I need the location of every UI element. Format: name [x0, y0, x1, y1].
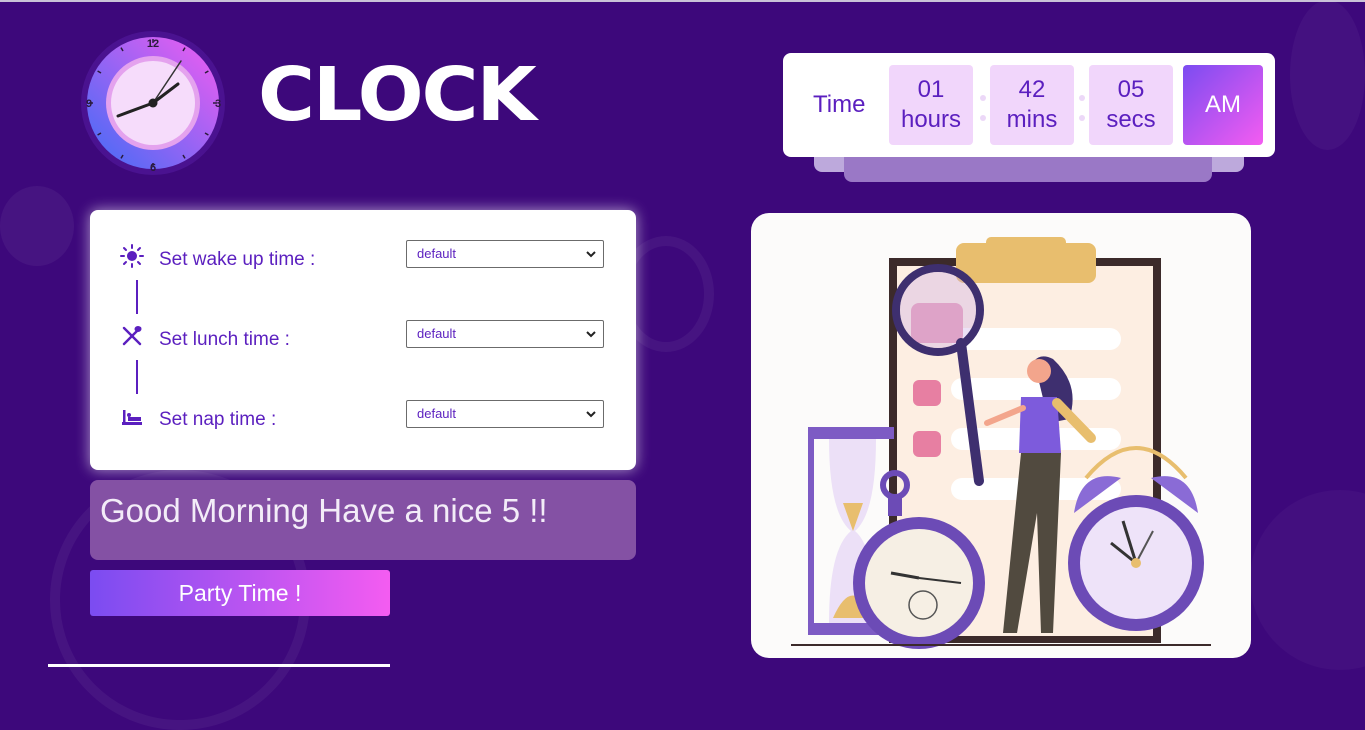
chevron-down-icon — [586, 411, 596, 418]
mins-box: 42 mins — [990, 65, 1074, 145]
brand-title: CLOCK — [258, 52, 537, 138]
mins-unit: mins — [1006, 106, 1058, 133]
mins-value: 42 — [1018, 76, 1046, 103]
time-label: Time — [813, 91, 866, 118]
bg-bubble — [1250, 490, 1365, 670]
timeline-connector — [136, 280, 138, 314]
lunch-select[interactable]: default — [406, 320, 604, 348]
secs-unit: secs — [1106, 106, 1156, 133]
bed-icon — [122, 410, 142, 425]
timeline-connector — [136, 360, 138, 394]
secs-value: 05 — [1117, 76, 1145, 103]
separator-dot — [1079, 95, 1085, 101]
wake-up-label: Set wake up time : — [159, 249, 316, 270]
greeting-banner: Good Morning Have a nice 5 !! — [90, 480, 636, 560]
numeral-12: 12 — [147, 38, 159, 50]
clock-illustration-image — [791, 237, 1211, 649]
nap-select[interactable]: default — [406, 400, 604, 428]
wake-up-select-value: default — [417, 246, 457, 261]
nap-label: Set nap time : — [159, 409, 277, 430]
illustration-panel — [751, 213, 1251, 658]
period-badge: AM — [1183, 65, 1263, 145]
hours-box: 01 hours — [889, 65, 973, 145]
numeral-9: 9 — [86, 98, 92, 110]
bg-bubble — [1290, 0, 1365, 150]
lunch-select-value: default — [417, 326, 457, 341]
logo-clock-icon: 12 3 6 9 — [81, 31, 225, 175]
time-widget: Time 01 hours 42 mins 05 secs AM — [783, 53, 1275, 157]
settings-card: Set wake up time : default Set lunch tim… — [90, 210, 636, 470]
lunch-label: Set lunch time : — [159, 329, 290, 350]
nap-select-value: default — [417, 406, 457, 421]
separator-dot — [1079, 115, 1085, 121]
party-time-button[interactable]: Party Time ! — [90, 570, 390, 616]
hours-unit: hours — [900, 106, 962, 133]
sun-icon — [120, 244, 144, 268]
numeral-3: 3 — [215, 98, 221, 110]
secs-box: 05 secs — [1089, 65, 1173, 145]
chevron-down-icon — [586, 251, 596, 258]
separator-dot — [980, 95, 986, 101]
utensils-icon — [122, 326, 142, 346]
hours-value: 01 — [917, 76, 945, 103]
bg-bubble — [0, 186, 74, 266]
separator-dot — [980, 115, 986, 121]
chevron-down-icon — [586, 331, 596, 338]
numeral-6: 6 — [150, 162, 156, 174]
top-border — [0, 0, 1365, 2]
wake-up-select[interactable]: default — [406, 240, 604, 268]
